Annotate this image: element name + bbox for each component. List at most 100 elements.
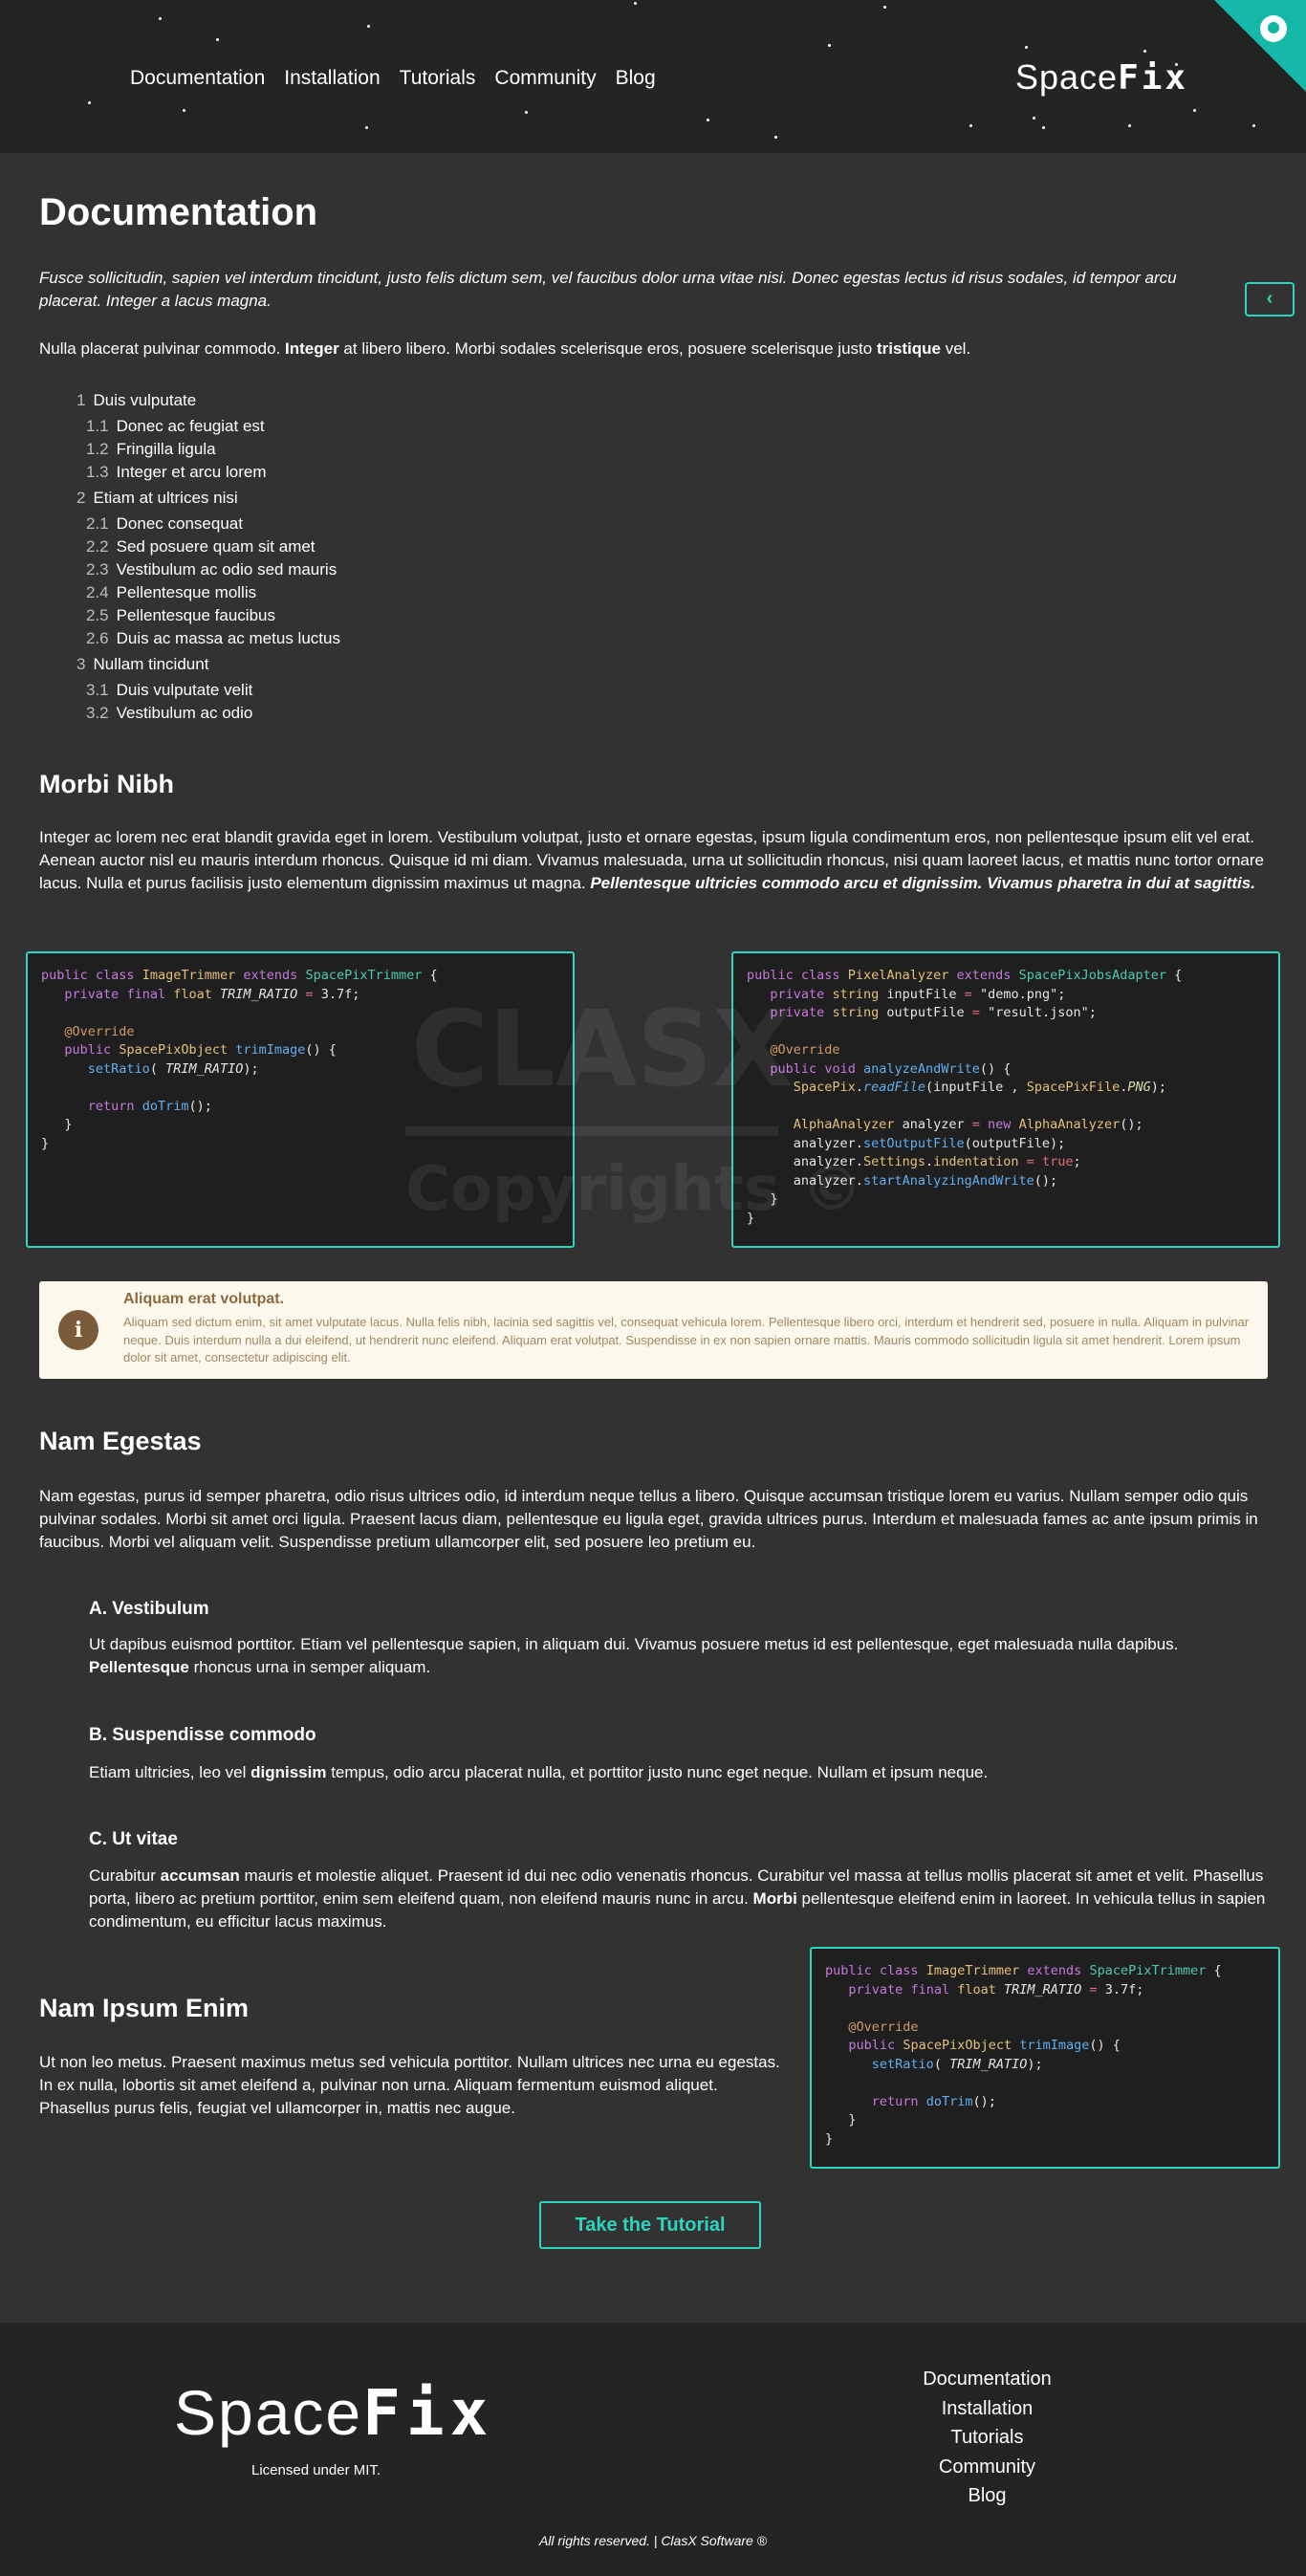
star — [883, 6, 886, 9]
take-tutorial-button[interactable]: Take the Tutorial — [539, 2201, 761, 2249]
code-line: } — [770, 1191, 778, 1207]
alert-body: Aliquam sed dictum enim, sit amet vulput… — [123, 1315, 1250, 1364]
toc-number: 2.2 — [86, 537, 109, 556]
code-line: analyzer.startAnalyzingAndWrite(); — [793, 1172, 1058, 1189]
ut-vitae-text: Curabitur — [89, 1867, 161, 1885]
toc-subitem[interactable]: 2.5 Pellentesque faucibus — [76, 604, 340, 627]
toc-item[interactable]: 2 Etiam at ultrices nisi — [76, 484, 340, 513]
lead-paragraph: Fusce sollicitudin, sapien vel interdum … — [39, 269, 1177, 310]
code-block-right[interactable]: public class PixelAnalyzer extends Space… — [731, 951, 1280, 1248]
ut-vitae-paragraph: Curabitur accumsan mauris et molestie al… — [89, 1865, 1268, 1933]
toc-item[interactable]: 1 Duis vulputate — [76, 386, 340, 415]
code-line: AlphaAnalyzer analyzer = new AlphaAnalyz… — [793, 1117, 1143, 1132]
code-line: public class PixelAnalyzer extends Space… — [747, 968, 1183, 983]
alert-title: Aliquam erat volutpat. — [123, 1291, 285, 1307]
toc-number: 1 — [76, 391, 86, 409]
toc-subitem[interactable]: 3.1 Duis vulputate velit — [76, 679, 340, 702]
footer-nav: Documentation Installation Tutorials Com… — [860, 2365, 1114, 2511]
toc-label: Duis vulputate — [93, 391, 197, 409]
logo-bold: Fix — [1118, 58, 1189, 98]
toc-subitem[interactable]: 1.1 Donec ac feugiat est — [76, 415, 340, 438]
toc-label: Duis ac massa ac metus luctus — [116, 629, 340, 647]
toc-subitem[interactable]: 2.4 Pellentesque mollis — [76, 581, 340, 604]
toc-number: 2.1 — [86, 514, 109, 533]
github-corner[interactable] — [1214, 0, 1306, 92]
toc-number: 2.5 — [86, 606, 109, 624]
github-icon[interactable] — [1260, 15, 1287, 42]
section-heading-morbi: Morbi Nibh — [39, 770, 174, 798]
nav-community[interactable]: Community — [494, 67, 596, 90]
code-line: @Override — [770, 1042, 840, 1058]
main-nav: Documentation Installation Tutorials Com… — [130, 67, 656, 90]
intro-text: vel. — [941, 339, 971, 358]
star — [367, 25, 370, 28]
code-line: } — [41, 1135, 50, 1151]
license-text: Licensed under MIT. — [251, 2462, 381, 2478]
intro-paragraph: Nulla placerat pulvinar commodo. Integer… — [39, 338, 1268, 360]
code-line: public class ImageTrimmer extends SpaceP… — [41, 968, 438, 983]
footer-link-installation[interactable]: Installation — [860, 2394, 1114, 2424]
code-line: @Override — [848, 2019, 919, 2035]
copyright-text: All rights reserved. | ClasX Software ® — [538, 2533, 768, 2548]
ut-vitae-bold: accumsan — [160, 1867, 240, 1885]
code-line: setRatio( TRIM_RATIO); — [871, 2056, 1043, 2072]
star — [159, 17, 162, 20]
subheading-vestibulum: A. Vestibulum — [89, 1599, 209, 1619]
suspendisse-text: Etiam ultricies, leo vel — [89, 1763, 251, 1781]
star — [88, 101, 91, 104]
code-line: private string inputFile = "demo.png"; — [770, 986, 1066, 1002]
toc-subitem[interactable]: 1.2 Fringilla ligula — [76, 438, 340, 461]
code-line: public class ImageTrimmer extends SpaceP… — [825, 1963, 1222, 1978]
code-line: public void analyzeAndWrite() { — [770, 1060, 1012, 1077]
toc-number: 2 — [76, 489, 86, 507]
site-header: Documentation Installation Tutorials Com… — [0, 0, 1306, 153]
code-line: public SpacePixObject trimImage() { — [64, 1042, 337, 1058]
toc-item[interactable]: 3 Nullam tincidunt — [76, 650, 340, 679]
logo-bold: Fix — [362, 2376, 494, 2450]
nav-installation[interactable]: Installation — [284, 67, 380, 90]
code-line: return doTrim(); — [87, 1098, 212, 1114]
code-line: @Override — [64, 1023, 135, 1039]
star — [707, 119, 709, 121]
toc-subitem[interactable]: 2.2 Sed posuere quam sit amet — [76, 535, 340, 558]
code-line: public SpacePixObject trimImage() { — [848, 2038, 1121, 2053]
code-line: analyzer.setOutputFile(outputFile); — [793, 1135, 1066, 1151]
code-block-left[interactable]: public class ImageTrimmer extends SpaceP… — [26, 951, 575, 1248]
toc-number: 1.1 — [86, 417, 109, 435]
star — [1128, 124, 1131, 127]
morbi-paragraph: Integer ac lorem nec erat blandit gravid… — [39, 826, 1268, 895]
footer-link-blog[interactable]: Blog — [860, 2481, 1114, 2511]
suspendisse-paragraph: Etiam ultricies, leo vel dignissim tempu… — [89, 1761, 1268, 1784]
code-line: } — [825, 2130, 834, 2147]
code-block-bottom[interactable]: public class ImageTrimmer extends SpaceP… — [810, 1947, 1280, 2169]
intro-bold: Integer — [285, 339, 339, 358]
header-logo[interactable]: SpaceFix — [1015, 57, 1188, 98]
code-line: private string outputFile = "result.json… — [770, 1005, 1097, 1020]
footer-logo[interactable]: SpaceFix — [174, 2376, 493, 2450]
toc-subitem[interactable]: 2.1 Donec consequat — [76, 513, 340, 535]
nav-documentation[interactable]: Documentation — [130, 67, 265, 90]
toc-subitem[interactable]: 1.3 Integer et arcu lorem — [76, 461, 340, 484]
code-line: return doTrim(); — [871, 2093, 996, 2109]
site-footer: SpaceFix Licensed under MIT. Documentati… — [0, 2323, 1306, 2576]
intro-text: Nulla placerat pulvinar commodo. — [39, 339, 286, 358]
footer-link-tutorials[interactable]: Tutorials — [860, 2423, 1114, 2453]
collapse-sidebar-button[interactable]: ‹ — [1245, 282, 1295, 317]
toc-label: Etiam at ultrices nisi — [93, 489, 238, 507]
info-icon: i — [58, 1310, 98, 1350]
nav-blog[interactable]: Blog — [616, 67, 656, 90]
toc-subitem[interactable]: 3.2 Vestibulum ac odio — [76, 702, 340, 725]
toc-subitem[interactable]: 2.3 Vestibulum ac odio sed mauris — [76, 558, 340, 581]
toc-label: Integer et arcu lorem — [116, 463, 267, 481]
code-line: private final float TRIM_RATIO = 3.7f; — [848, 1981, 1144, 1997]
toc-number: 2.4 — [86, 583, 109, 601]
toc-label: Sed posuere quam sit amet — [116, 537, 316, 556]
footer-link-documentation[interactable]: Documentation — [860, 2365, 1114, 2394]
star — [828, 44, 831, 47]
toc-subitem[interactable]: 2.6 Duis ac massa ac metus luctus — [76, 627, 340, 650]
nav-tutorials[interactable]: Tutorials — [400, 67, 476, 90]
toc-number: 1.2 — [86, 440, 109, 458]
footer-link-community[interactable]: Community — [860, 2453, 1114, 2482]
vestibulum-bold: Pellentesque — [89, 1658, 189, 1676]
star — [1025, 46, 1028, 49]
